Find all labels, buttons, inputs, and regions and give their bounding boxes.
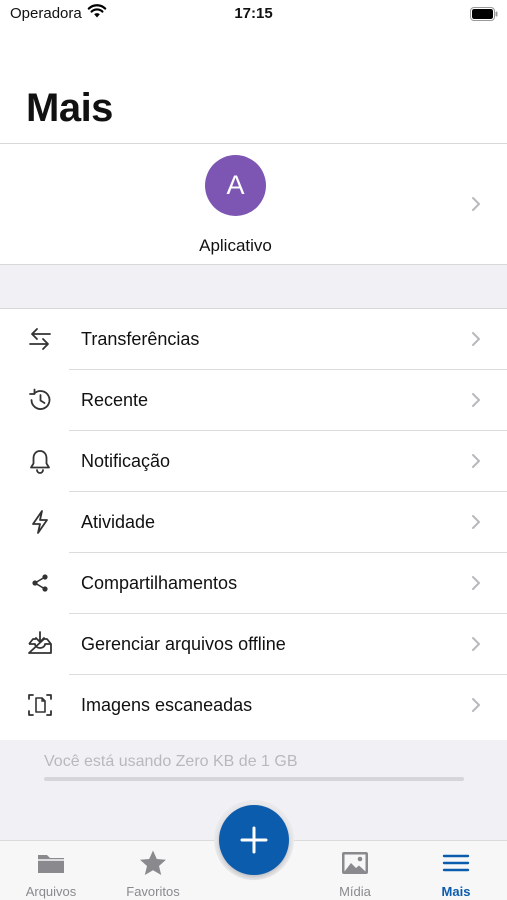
- menu-item-transferencias[interactable]: Transferências: [0, 309, 507, 370]
- menu-item-imagens-escaneadas[interactable]: Imagens escaneadas: [0, 675, 507, 736]
- storage-text: Você está usando Zero KB de 1 GB: [44, 753, 298, 770]
- plus-icon: [240, 826, 268, 854]
- chevron-right-icon: [472, 576, 480, 590]
- chevron-right-icon: [472, 332, 480, 346]
- tab-midia[interactable]: Mídia: [304, 841, 406, 900]
- page-title: Mais: [26, 86, 113, 130]
- menu-item-label: Compartilhamentos: [81, 573, 238, 593]
- avatar: A: [205, 155, 266, 216]
- tab-label: Arquivos: [25, 884, 77, 899]
- menu-item-label: Recente: [81, 390, 149, 410]
- tab-label: Favoritos: [126, 884, 180, 899]
- tab-arquivos[interactable]: Arquivos: [0, 841, 102, 900]
- menu-item-atividade[interactable]: Atividade: [0, 492, 507, 553]
- offline-download-icon: [28, 631, 52, 654]
- menu-item-label: Transferências: [81, 329, 200, 349]
- share-icon: [32, 574, 48, 592]
- status-bar: Operadora 17:15: [0, 0, 507, 30]
- menu-item-gerenciar-offline[interactable]: Gerenciar arquivos offline: [0, 614, 507, 675]
- add-button[interactable]: [219, 805, 289, 875]
- menu-list: Transferências Recente Notificação Ativi…: [0, 309, 507, 736]
- battery-icon: [470, 7, 498, 25]
- tab-label: Mais: [441, 884, 471, 899]
- history-icon: [29, 388, 51, 410]
- image-icon: [342, 852, 368, 874]
- folder-icon: [38, 855, 64, 873]
- clock: 17:15: [234, 5, 273, 22]
- chevron-right-icon: [472, 454, 480, 468]
- menu-item-notificacao[interactable]: Notificação: [0, 431, 507, 492]
- menu-lines-icon: [442, 854, 470, 872]
- tab-mais[interactable]: Mais: [405, 841, 507, 900]
- bell-icon: [30, 450, 50, 474]
- menu-item-label: Imagens escaneadas: [81, 695, 253, 715]
- menu-item-compartilhamentos[interactable]: Compartilhamentos: [0, 553, 507, 614]
- storage-progress-bar: [44, 777, 464, 781]
- chevron-right-icon: [472, 515, 480, 529]
- chevron-right-icon: [472, 197, 480, 211]
- menu-item-label: Notificação: [81, 451, 171, 471]
- tab-favoritos[interactable]: Favoritos: [102, 841, 204, 900]
- lightning-icon: [32, 510, 48, 534]
- chevron-right-icon: [472, 698, 480, 712]
- chevron-right-icon: [472, 393, 480, 407]
- tab-label: Mídia: [339, 884, 371, 899]
- menu-item-label: Atividade: [81, 512, 156, 532]
- star-icon: [140, 850, 166, 875]
- menu-item-label: Gerenciar arquivos offline: [81, 634, 286, 654]
- profile-row[interactable]: A Aplicativo: [0, 144, 507, 264]
- transfer-arrows-icon: [29, 328, 51, 350]
- section-spacer: [0, 264, 507, 309]
- profile-name: Aplicativo: [199, 236, 272, 255]
- scan-document-icon: [28, 694, 52, 716]
- chevron-right-icon: [472, 637, 480, 651]
- menu-item-recente[interactable]: Recente: [0, 370, 507, 431]
